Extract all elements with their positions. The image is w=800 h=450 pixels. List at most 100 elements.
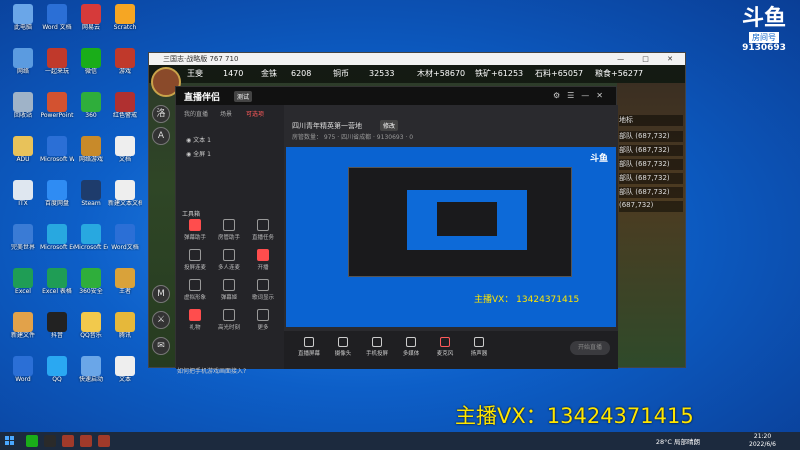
app-header: 直播伴侣 测试 ⚙☰—✕ <box>176 87 616 105</box>
menu-button[interactable]: ⚔ <box>152 311 170 329</box>
app-taskbar-icon[interactable] <box>44 435 56 447</box>
phone-cast-button[interactable]: 手机投屏 <box>362 337 392 357</box>
go-live-button[interactable]: 开始直播 <box>570 341 610 355</box>
desktop-icon-image <box>115 136 135 156</box>
app-version-badge: 测试 <box>234 91 253 102</box>
desktop-icon[interactable]: Microsoft Word <box>40 136 74 163</box>
army-row[interactable]: 部队 (687,732) <box>619 131 683 142</box>
menu-button[interactable]: 洛 <box>152 105 170 123</box>
screen-capture-button[interactable]: 直播屏幕 <box>294 337 324 357</box>
desktop-icon[interactable]: 此电脑 <box>6 4 40 31</box>
clock-date: 2022/6/6 <box>749 441 776 448</box>
desktop-icon-image <box>13 180 33 200</box>
desktop-icon[interactable]: 一起来玩 <box>40 48 74 75</box>
desktop-icon[interactable]: 快速启动 <box>74 356 108 383</box>
toolbox-item[interactable]: 虚拟形象 <box>180 279 210 301</box>
clock[interactable]: 21:20 2022/6/6 <box>749 433 776 449</box>
desktop-icon-label: 完美世界 <box>10 244 35 251</box>
game-taskbar-icon[interactable] <box>80 435 92 447</box>
toolbox-item[interactable]: 歌词显示 <box>248 279 278 301</box>
army-row[interactable]: 部队 (687,732) <box>619 159 683 170</box>
desktop-icon-image <box>81 224 101 244</box>
desktop-icon[interactable]: 百度网盘 <box>40 180 74 207</box>
desktop-icon[interactable]: ADU <box>6 136 40 163</box>
desktop-icon[interactable]: PowerPoint <box>40 92 74 119</box>
desktop-icon[interactable]: QQ音乐 <box>74 312 108 339</box>
desktop-icon[interactable]: 文档 <box>108 136 142 163</box>
army-row[interactable]: 部队 (687,732) <box>619 145 683 156</box>
tool-icon <box>189 249 201 261</box>
army-row[interactable]: (687,732) <box>619 201 683 212</box>
weather[interactable]: 28°C 局部晴朗 <box>656 436 700 446</box>
desktop-icon[interactable]: Scratch <box>108 4 142 31</box>
desktop-icon[interactable]: Word <box>6 356 40 383</box>
desktop-icon[interactable]: 王者 <box>108 268 142 295</box>
camera-button[interactable]: 摄像头 <box>328 337 358 357</box>
desktop-icon[interactable]: 完美世界 <box>6 224 40 251</box>
army-row[interactable]: 地标 <box>619 115 683 126</box>
toolbox-item[interactable]: 礼物 <box>180 309 210 331</box>
tab-scenes[interactable]: 场景 <box>220 109 232 118</box>
toolbox-item[interactable]: 高光时刻 <box>214 309 244 331</box>
desktop-icon[interactable]: 360 <box>74 92 108 119</box>
window-controls[interactable]: — □ ✕ <box>617 53 681 65</box>
game-view[interactable]: 王斐 1470 金铢 6208 铜币 32533 木材+58670 铁矿+612… <box>149 65 685 375</box>
desktop-icon-image <box>81 92 101 112</box>
tab-my-live[interactable]: 我的直播 <box>184 109 208 118</box>
desktop-icon[interactable]: Microsoft Edge <box>40 224 74 251</box>
scene-item[interactable]: ◉ 全屏 1 <box>186 149 211 158</box>
edit-title-button[interactable]: 修改 <box>380 120 399 131</box>
media-button[interactable]: 多媒体 <box>396 337 426 357</box>
desktop-icon[interactable]: Excel <box>6 268 40 295</box>
desktop-icon[interactable]: 文本 <box>108 356 142 383</box>
streaming-app-window[interactable]: 直播伴侣 测试 ⚙☰—✕ 我的直播 场景 可选项 ◉ 文本 1 ◉ 全屏 1 工… <box>175 86 618 369</box>
desktop-icon[interactable]: 微信 <box>74 48 108 75</box>
toolbox-item[interactable]: 多人连麦 <box>214 249 244 271</box>
toolbox-item[interactable]: 直播任务 <box>248 219 278 241</box>
help-notice-link[interactable]: 如何把手机游戏画面接入? <box>177 366 307 375</box>
menu-button[interactable]: M <box>152 285 170 303</box>
desktop-icon[interactable]: ITX <box>6 180 40 207</box>
menu-button[interactable]: A <box>152 127 170 145</box>
start-button[interactable] <box>5 436 15 446</box>
desktop-icon[interactable]: 红色警戒 <box>108 92 142 119</box>
desktop-icon-label: 腾讯 <box>118 332 131 339</box>
desktop-icon[interactable]: 新建文件 <box>6 312 40 339</box>
army-row[interactable]: 部队 (687,732) <box>619 187 683 198</box>
desktop-icon[interactable]: 网络游戏 <box>74 136 108 163</box>
toolbox-item[interactable]: 弹幕助手 <box>180 219 210 241</box>
toolbox-item[interactable]: 投屏连麦 <box>180 249 210 271</box>
desktop-icon-label: 360 <box>85 112 97 119</box>
toolbox-item[interactable]: 房管助手 <box>214 219 244 241</box>
game-taskbar-icon[interactable] <box>62 435 74 447</box>
desktop-icon[interactable]: 360安全 <box>74 268 108 295</box>
desktop-icon[interactable]: Steam <box>74 180 108 207</box>
desktop-icon[interactable]: 新建文本文档 <box>108 180 142 207</box>
desktop-icon[interactable]: 抖音 <box>40 312 74 339</box>
desktop-icon[interactable]: Excel 表格 <box>40 268 74 295</box>
desktop-icon[interactable]: 网易云 <box>74 4 108 31</box>
desktop-icon[interactable]: 网络 <box>6 48 40 75</box>
scene-item[interactable]: ◉ 文本 1 <box>186 135 211 144</box>
stat-value: 1470 <box>223 69 244 78</box>
toolbox-item[interactable]: 弹幕姬 <box>214 279 244 301</box>
game-taskbar-icon[interactable] <box>98 435 110 447</box>
army-row[interactable]: 部队 (687,732) <box>619 173 683 184</box>
toolbox-item[interactable]: 更多 <box>248 309 278 331</box>
toolbox-item[interactable]: 开播 <box>248 249 278 271</box>
wechat-taskbar-icon[interactable] <box>26 435 38 447</box>
desktop-icon[interactable]: 腾讯 <box>108 312 142 339</box>
app-window-controls[interactable]: ⚙☰—✕ <box>553 91 610 100</box>
speaker-button[interactable]: 扬声器 <box>464 337 494 357</box>
desktop-icon[interactable]: 游戏 <box>108 48 142 75</box>
desktop-icon[interactable]: Word文档 <box>108 224 142 251</box>
window-titlebar[interactable]: 三国志·战略版 767 710 — □ ✕ <box>149 53 685 65</box>
mail-button[interactable]: ✉ <box>152 337 170 355</box>
microphone-button[interactable]: 麦克风 <box>430 337 460 357</box>
desktop-icon[interactable]: 回收站 <box>6 92 40 119</box>
tab-options[interactable]: 可选项 <box>246 109 264 118</box>
game-window[interactable]: 三国志·战略版 767 710 — □ ✕ 王斐 1470 金铢 6208 铜币… <box>148 52 686 375</box>
desktop-icon[interactable]: QQ <box>40 356 74 383</box>
desktop-icon[interactable]: Word 文档 <box>40 4 74 31</box>
desktop-icon[interactable]: Microsoft Edge <box>74 224 108 251</box>
